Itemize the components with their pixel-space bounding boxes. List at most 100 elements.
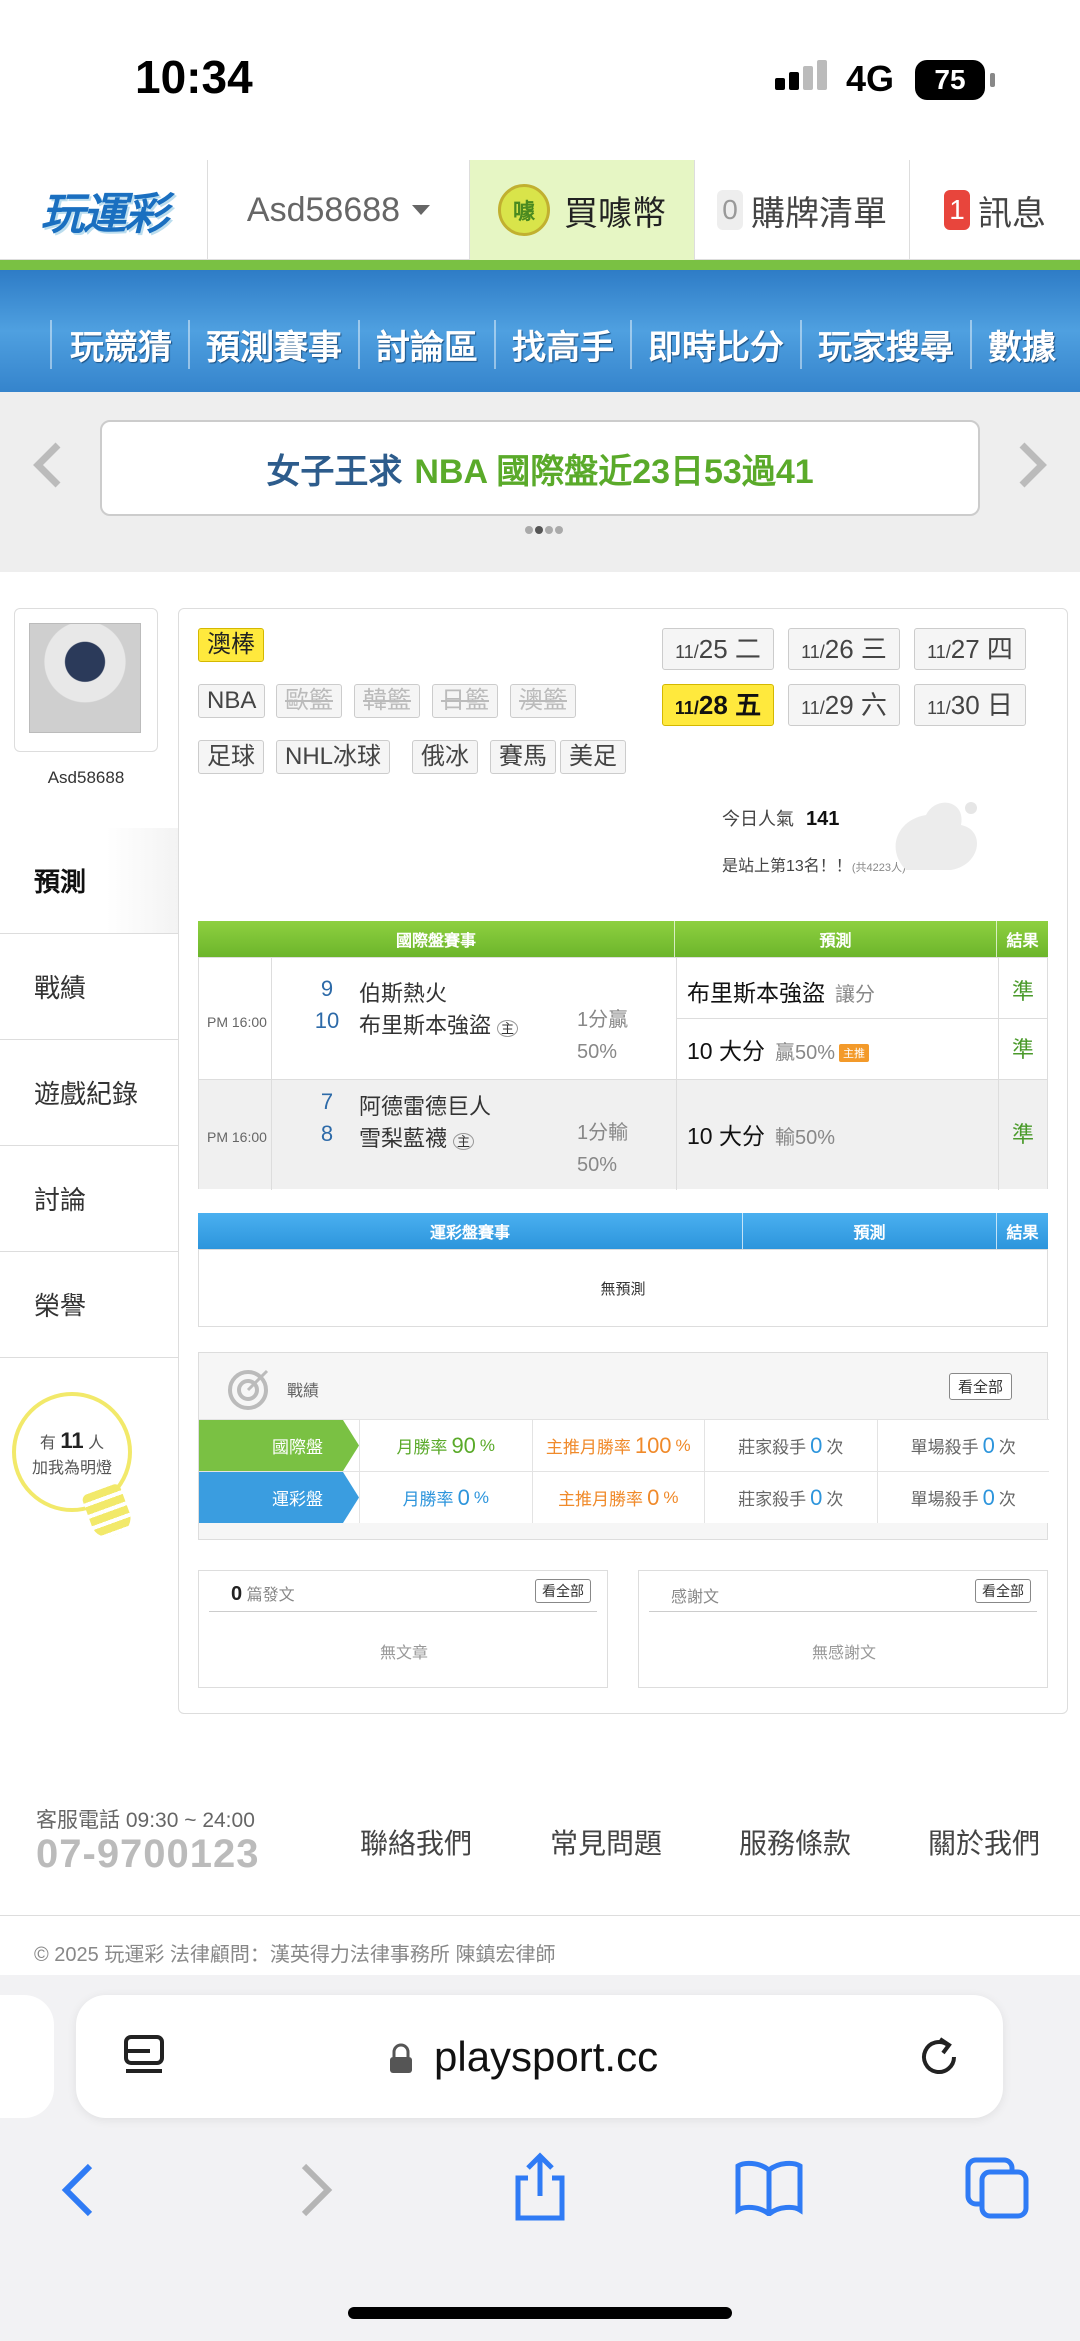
- prediction: 10 大分 輸50%: [687, 1123, 836, 1149]
- target-icon: [228, 1369, 269, 1410]
- away-number: 7: [320, 1089, 334, 1114]
- lottery-empty: 無預測: [198, 1249, 1048, 1327]
- intl-header-pred: 預測: [675, 921, 997, 957]
- date-tab-selected[interactable]: 11/28 五: [662, 684, 774, 726]
- status-bar: 10:34 4G 75: [0, 0, 1080, 160]
- status-time: 10:34: [135, 51, 253, 103]
- mascot-icon: [895, 802, 978, 870]
- banker-killer: 莊家殺手 0 次: [704, 1472, 877, 1523]
- site-header: 玩運彩 Asd58688 噱 買噱幣 0 購牌清單 1 訊息: [0, 160, 1080, 260]
- site-logo[interactable]: 玩運彩: [0, 160, 208, 260]
- sport-tag-selected[interactable]: 澳棒: [198, 628, 264, 662]
- game-line: 1分贏 50%: [577, 1009, 629, 1063]
- prediction: 10 大分 贏50% 主推: [687, 1032, 870, 1066]
- tabs-icon[interactable]: [964, 2156, 1030, 2220]
- intl-header-result: 結果: [1006, 933, 1039, 950]
- profile-menu: 預測 戰績 遊戲紀錄 討論 榮譽: [0, 828, 178, 1358]
- nav-item-guess[interactable]: 玩競猜: [50, 320, 188, 369]
- service-hours: 客服電話 09:30 ~ 24:00: [36, 1809, 255, 1832]
- sport-tag-horse-racing[interactable]: 賽馬: [490, 740, 556, 774]
- message-count-badge: 1: [944, 190, 970, 230]
- sport-tag-soccer[interactable]: 足球: [198, 740, 264, 774]
- back-icon[interactable]: [58, 2160, 98, 2220]
- articles-view-all-button[interactable]: 看全部: [535, 1579, 591, 1603]
- sport-tag-russia-hockey[interactable]: 俄冰: [412, 740, 478, 774]
- chevron-right-icon[interactable]: [1012, 440, 1052, 490]
- record-view-all-button[interactable]: 看全部: [949, 1373, 1013, 1400]
- nav-item-forum[interactable]: 討論區: [358, 320, 494, 369]
- caret-down-icon: [412, 205, 431, 215]
- date-tab[interactable]: 11/30 日: [914, 684, 1026, 726]
- nav-item-player-search[interactable]: 玩家搜尋: [800, 320, 970, 369]
- side-tab-predict[interactable]: 預測: [0, 828, 178, 934]
- nav-accent: [0, 260, 1080, 270]
- sport-tag-korea-basketball: 韓籃: [354, 684, 420, 718]
- side-tab-game-log[interactable]: 遊戲紀錄: [0, 1040, 178, 1146]
- date-tab[interactable]: 11/29 六: [788, 684, 900, 726]
- sport-tag-american-football[interactable]: 美足: [560, 740, 626, 774]
- result-mark: 準: [1011, 1037, 1034, 1062]
- date-tab[interactable]: 11/27 四: [914, 628, 1026, 670]
- previous-tab-pill[interactable]: [0, 1995, 54, 2118]
- coin-icon: 噱: [498, 184, 550, 236]
- network-type: 4G: [846, 58, 895, 99]
- home-indicator: [348, 2307, 732, 2319]
- footer-link-terms[interactable]: 服務條款: [739, 1822, 851, 1862]
- cart-button[interactable]: 0 購牌清單: [695, 160, 910, 260]
- single-killer: 單場殺手 0 次: [876, 1472, 1050, 1523]
- table-row[interactable]: PM 16:00 9 伯斯熱火 10 布里斯本強盜主 1分贏 50% 布里斯本強盜…: [199, 958, 1047, 1079]
- forward-icon[interactable]: [296, 2160, 336, 2220]
- sport-tag-nhl[interactable]: NHL冰球: [276, 740, 391, 774]
- record-row-label: 國際盤: [199, 1420, 359, 1471]
- nav-item-data[interactable]: 數據: [970, 320, 1072, 369]
- nav-item-livescore[interactable]: 即時比分: [630, 320, 800, 369]
- reader-icon[interactable]: [122, 2033, 166, 2079]
- message-button[interactable]: 1 訊息: [910, 160, 1080, 260]
- battery-icon: 75: [915, 60, 995, 100]
- date-tab[interactable]: 11/26 三: [788, 628, 900, 670]
- main-nav: 玩競猜 預測賽事 討論區 找高手 即時比分 玩家搜尋 數據: [0, 270, 1080, 392]
- address-bar[interactable]: playsport.cc: [76, 1995, 1003, 2118]
- footer-link-contact[interactable]: 聯絡我們: [360, 1822, 472, 1862]
- game-line: 1分輸 50%: [577, 1122, 629, 1176]
- record-panel: 戰績 看全部 國際盤 月勝率 90% 主推月勝率 100% 莊家殺手 0 次 單場殺手 0…: [198, 1352, 1049, 1540]
- fans-pre: 有: [39, 1435, 56, 1452]
- month-rate: 月勝率 90%: [359, 1420, 532, 1471]
- banner-link[interactable]: 女子王求 NBA 國際盤近23日53過41: [100, 420, 980, 516]
- away-team: 伯斯熱火: [359, 981, 448, 1006]
- nav-item-experts[interactable]: 找高手: [494, 320, 630, 369]
- prediction: 布里斯本強盜 讓分: [687, 980, 875, 1006]
- nav-item-predict[interactable]: 預測賽事: [188, 320, 358, 369]
- game-time: PM 16:00: [207, 1129, 267, 1145]
- fans-label: 加我為明燈: [31, 1460, 112, 1477]
- articles-empty: 無文章: [379, 1645, 428, 1662]
- footer-link-about[interactable]: 關於我們: [928, 1822, 1040, 1862]
- footer-link-faq[interactable]: 常見問題: [550, 1822, 662, 1862]
- profile-username: Asd58688: [47, 768, 125, 787]
- lottery-table-header: 運彩盤賽事 預測 結果: [198, 1213, 1048, 1249]
- avatar[interactable]: [14, 608, 158, 752]
- lottery-header-pred: 預測: [743, 1213, 997, 1249]
- chevron-left-icon[interactable]: [28, 440, 68, 490]
- table-row[interactable]: PM 16:00 7 阿德雷德巨人 8 雪梨藍襪主 1分輸 50% 10 大分 輸5…: [199, 1079, 1047, 1189]
- user-menu[interactable]: Asd58688: [208, 160, 470, 260]
- sport-tag-japan-basketball: 日籃: [432, 684, 498, 718]
- side-tab-discussion[interactable]: 討論: [0, 1146, 178, 1252]
- side-tab-honor[interactable]: 榮譽: [0, 1252, 178, 1358]
- share-icon[interactable]: [510, 2152, 570, 2222]
- thanks-view-all-button[interactable]: 看全部: [975, 1579, 1031, 1603]
- service-phone[interactable]: 07-9700123: [36, 1832, 260, 1877]
- side-tab-record[interactable]: 戰績: [0, 934, 178, 1040]
- lottery-header-result: 結果: [1006, 1225, 1039, 1242]
- bookmarks-icon[interactable]: [734, 2160, 804, 2216]
- thanks-empty: 無感謝文: [811, 1645, 876, 1662]
- buy-coin-button[interactable]: 噱 買噱幣: [470, 160, 695, 260]
- reload-icon[interactable]: [916, 2033, 962, 2079]
- home-number: 8: [320, 1121, 334, 1146]
- home-team: 布里斯本強盜主: [359, 1008, 519, 1040]
- sport-tag-nba[interactable]: NBA: [198, 684, 266, 718]
- date-tab[interactable]: 11/25 二: [662, 628, 774, 670]
- cart-label: 購牌清單: [751, 194, 887, 233]
- main-month-rate: 主推月勝率 100%: [531, 1420, 705, 1471]
- record-row-lottery: 運彩盤 月勝率 0% 主推月勝率 0% 莊家殺手 0 次 單場殺手 0 次: [199, 1471, 1049, 1523]
